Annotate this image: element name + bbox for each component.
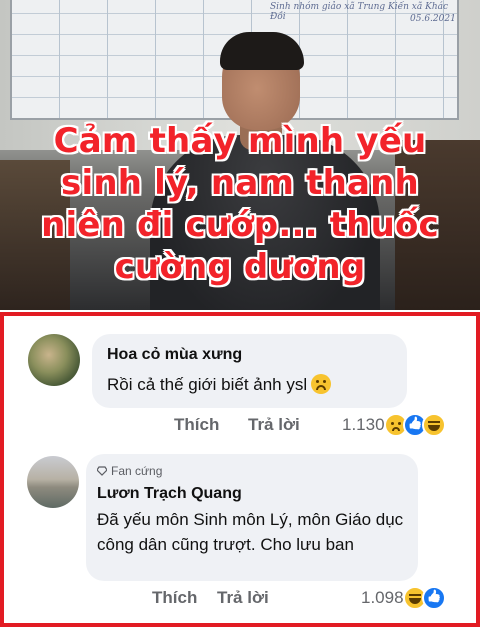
news-headline: Cảm thấy mình yếu sinh lý, nam thanh niê…	[0, 120, 480, 288]
comment-text: Rồi cả thế giới biết ảnh ysl	[107, 375, 308, 394]
reaction-summary[interactable]: 1.130	[342, 413, 446, 437]
diamond-icon	[97, 466, 107, 476]
news-photo: Sinh nhóm giảo xã Trung Kiến xã Khác Đồi…	[0, 0, 480, 310]
comment-bubble: Hoa cỏ mùa xưng Rồi cả thế giới biết ảnh…	[92, 334, 407, 408]
comment-text: Đã yếu môn Sinh môn Lý, môn Giáo dục côn…	[97, 510, 404, 554]
board-date: 05.6.2021	[410, 14, 456, 24]
avatar[interactable]	[28, 334, 80, 386]
comment-author[interactable]: Lươn Trạch Quang	[97, 485, 242, 503]
reply-button[interactable]: Trả lời	[217, 588, 269, 608]
like-button[interactable]: Thích	[152, 588, 197, 608]
upside-down-face-icon	[311, 374, 332, 394]
reaction-count: 1.130	[342, 415, 385, 434]
headline-line: cường dương	[114, 247, 366, 287]
fan-badge-label: Fan cứng	[111, 464, 163, 478]
comments-panel: Hoa cỏ mùa xưng Rồi cả thế giới biết ảnh…	[0, 312, 480, 627]
like-reaction-icon	[421, 586, 446, 610]
reaction-count: 1.098	[361, 588, 404, 607]
person-hair	[220, 32, 304, 70]
haha-reaction-icon	[421, 413, 446, 437]
like-button[interactable]: Thích	[174, 415, 219, 435]
reaction-summary[interactable]: 1.098	[361, 586, 446, 610]
headline-line: niên đi cướp... thuốc	[41, 205, 439, 245]
headline-line: sinh lý, nam thanh	[61, 163, 419, 203]
avatar[interactable]	[27, 456, 79, 508]
comment-bubble: Fan cứng Lươn Trạch Quang Đã yếu môn Sin…	[86, 454, 418, 581]
comment-author[interactable]: Hoa cỏ mùa xưng	[107, 346, 242, 364]
comment-text-wrap: Rồi cả thế giới biết ảnh ysl	[107, 372, 332, 397]
headline-line: Cảm thấy mình yếu	[53, 121, 427, 161]
fan-badge: Fan cứng	[97, 464, 162, 478]
reply-button[interactable]: Trả lời	[248, 415, 300, 435]
